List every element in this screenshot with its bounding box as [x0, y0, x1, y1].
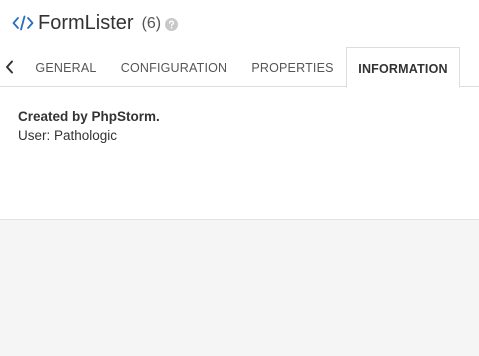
information-content: Created by PhpStorm. User: Pathologic [18, 108, 160, 146]
question-circle-icon[interactable] [165, 18, 179, 31]
page-title: FormLister [38, 12, 134, 34]
info-heading: Created by PhpStorm. [18, 109, 160, 124]
element-count: (6) [141, 15, 162, 32]
info-user: User: Pathologic [18, 128, 118, 143]
code-icon [12, 13, 34, 33]
tab-information[interactable]: INFORMATION [346, 47, 460, 88]
panel-header: FormLister (6) [12, 10, 179, 36]
chevron-left-icon[interactable] [3, 59, 17, 75]
tab-configuration[interactable]: CONFIGURATION [112, 47, 236, 87]
tab-general[interactable]: GENERAL [22, 47, 110, 87]
tab-properties[interactable]: PROPERTIES [240, 47, 345, 87]
element-panel: FormLister (6) GENERAL CONFIGURATION PRO… [0, 0, 479, 220]
tab-bar: GENERAL CONFIGURATION PROPERTIES INFORMA… [0, 47, 479, 88]
